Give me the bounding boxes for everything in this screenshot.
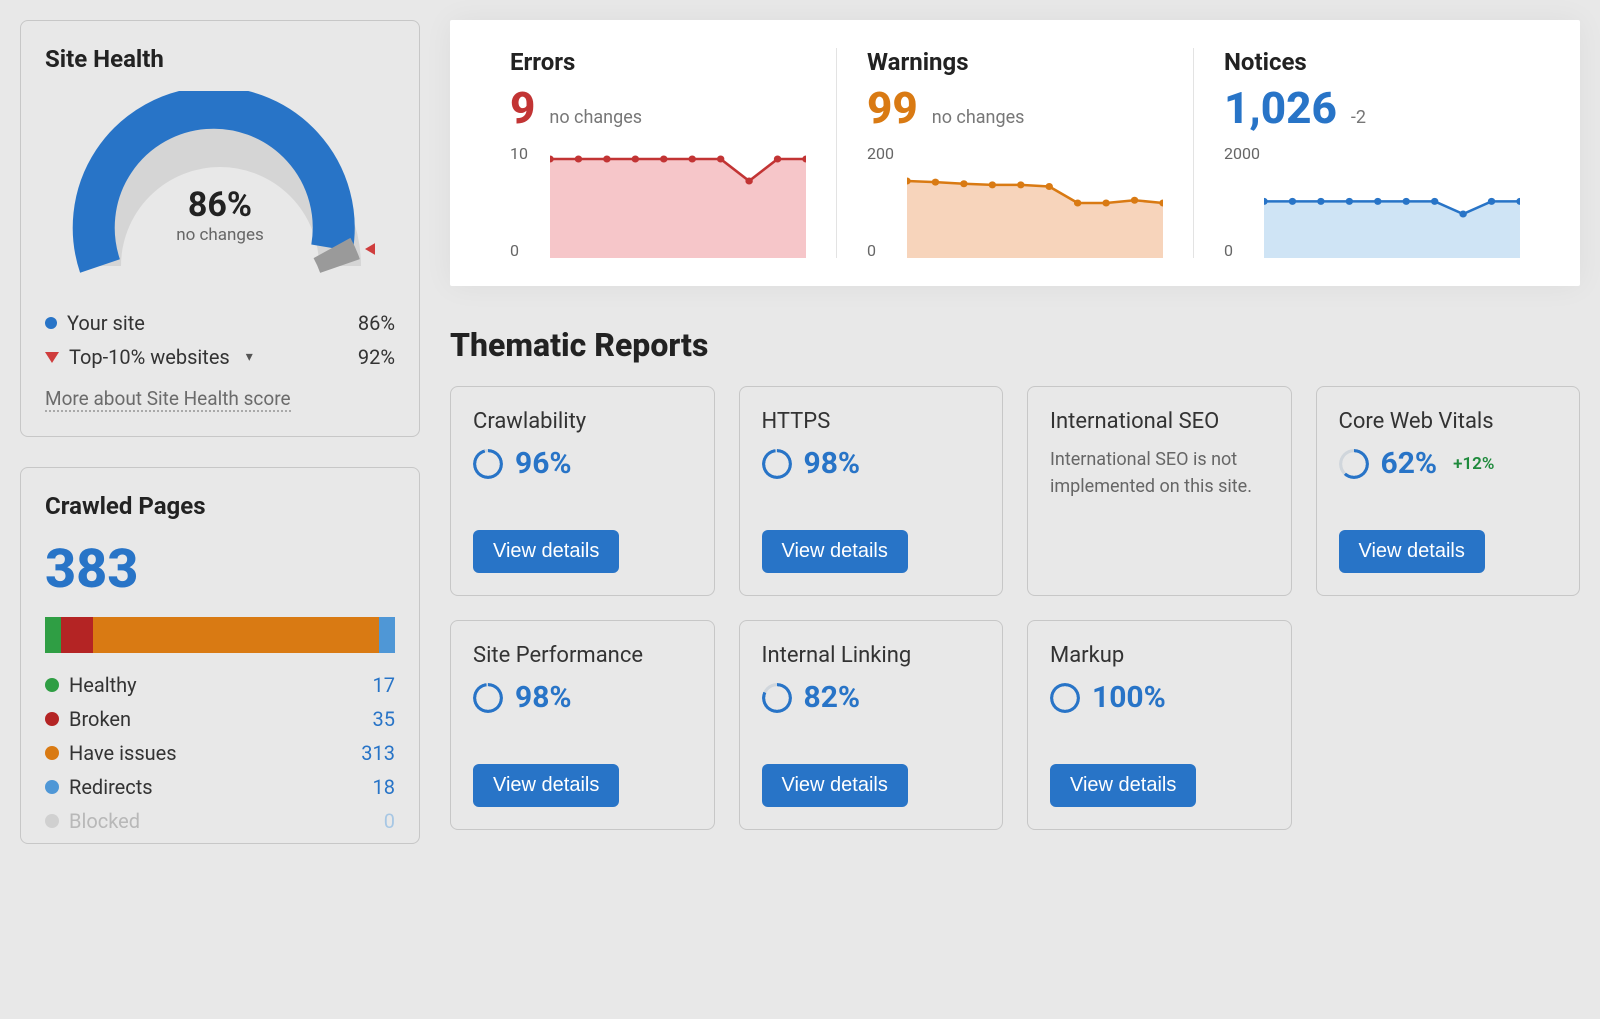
card-percent: 100% [1092,680,1166,715]
bar-segment [45,617,61,653]
crawled-pages-total: 383 [45,538,395,601]
site-health-gauge: 86% no changes [65,91,375,291]
dot-icon [45,814,59,828]
metric-warnings-value: 99 [867,82,918,134]
card-delta: +12% [1453,454,1494,474]
card-title: Markup [1050,643,1269,668]
errors-sparkline: 10 0 [510,148,806,258]
metric-errors-title: Errors [510,48,806,76]
chevron-down-icon: ▾ [246,349,253,365]
crawled-pages-panel: Crawled Pages 383 Healthy17 Broken35 Have … [20,467,420,844]
card-title: International SEO [1050,409,1269,434]
metric-warnings: Warnings 99 no changes 200 0 [837,48,1194,258]
card-title: Site Performance [473,643,692,668]
card-percent: 96% [515,446,572,481]
dot-icon [45,712,59,726]
bar-segment [61,617,93,653]
crawled-pages-row: Redirects18 [45,775,395,799]
view-details-button[interactable]: View details [473,764,619,807]
crawled-pages-title: Crawled Pages [45,492,395,520]
crawled-pages-row: Blocked0 [45,809,395,833]
progress-ring-icon [762,683,792,713]
card-title: Crawlability [473,409,692,434]
metric-errors: Errors 9 no changes 10 0 [480,48,837,258]
metric-notices-title: Notices [1224,48,1520,76]
site-health-more-link[interactable]: More about Site Health score [45,387,291,412]
card-title: Core Web Vitals [1339,409,1558,434]
notices-sparkline: 2000 0 [1224,148,1520,258]
thematic-card: Crawlability 96% View details [450,386,715,596]
dot-icon [45,317,57,329]
progress-ring-icon [473,683,503,713]
legend-your-site: Your site 86% [45,311,395,335]
crawled-pages-row: Have issues313 [45,741,395,765]
bar-segment [93,617,379,653]
site-health-panel: Site Health 86% no changes [20,20,420,437]
metric-notices-delta: -2 [1351,107,1366,128]
progress-ring-icon [1339,449,1369,479]
card-percent: 98% [515,680,572,715]
card-title: Internal Linking [762,643,981,668]
view-details-button[interactable]: View details [762,764,908,807]
thematic-cards: Crawlability 96% View details HTTPS 98% View … [450,386,1580,830]
progress-ring-icon [473,449,503,479]
view-details-button[interactable]: View details [1050,764,1196,807]
triangle-down-icon [45,352,59,363]
metrics-band: Errors 9 no changes 10 0 Warnings 99 no … [450,20,1580,286]
metric-warnings-delta: no changes [932,107,1025,128]
site-health-title: Site Health [45,45,395,73]
crawled-pages-bar [45,617,395,653]
thematic-card: Markup 100% View details [1027,620,1292,830]
card-title: HTTPS [762,409,981,434]
thematic-title: Thematic Reports [450,326,1580,364]
progress-ring-icon [1050,683,1080,713]
site-health-percent: 86% [176,185,264,225]
metric-warnings-title: Warnings [867,48,1163,76]
site-health-change: no changes [176,225,264,245]
metric-errors-value: 9 [510,82,535,134]
thematic-card: Internal Linking 82% View details [739,620,1004,830]
progress-ring-icon [762,449,792,479]
dot-icon [45,780,59,794]
legend-top10[interactable]: Top-10% websites▾ 92% [45,345,395,369]
dot-icon [45,746,59,760]
warnings-sparkline: 200 0 [867,148,1163,258]
metric-notices-value: 1,026 [1224,82,1337,134]
view-details-button[interactable]: View details [1339,530,1485,573]
dot-icon [45,678,59,692]
crawled-pages-row: Healthy17 [45,673,395,697]
thematic-card: HTTPS 98% View details [739,386,1004,596]
bar-segment [379,617,395,653]
crawled-pages-row: Broken35 [45,707,395,731]
metric-notices: Notices 1,026 -2 2000 0 [1194,48,1550,258]
card-percent: 62% [1381,446,1438,481]
thematic-card: Site Performance 98% View details [450,620,715,830]
card-percent: 82% [804,680,861,715]
card-percent: 98% [804,446,861,481]
view-details-button[interactable]: View details [762,530,908,573]
thematic-card: International SEO International SEO is no… [1027,386,1292,596]
thematic-card: Core Web Vitals 62% +12% View details [1316,386,1581,596]
view-details-button[interactable]: View details [473,530,619,573]
card-note: International SEO is not implemented on … [1050,446,1269,500]
metric-errors-delta: no changes [549,107,642,128]
